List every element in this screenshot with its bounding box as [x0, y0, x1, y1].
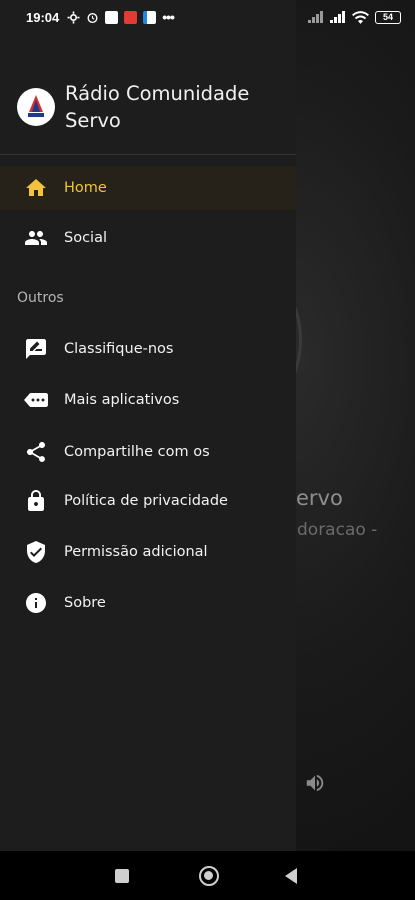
menu-item-label: Compartilhe com os: [64, 444, 210, 460]
background-station-subtitle: doracao -: [297, 520, 378, 540]
people-icon: [25, 231, 47, 245]
verified-shield-icon: [27, 541, 45, 563]
wifi-icon: [352, 10, 369, 24]
back-button[interactable]: [285, 868, 297, 884]
menu-item-privacy-policy[interactable]: Política de privacidade: [0, 479, 296, 523]
menu-item-label: Sobre: [64, 595, 106, 611]
signal-icon-2: [330, 11, 345, 23]
signal-icon: [308, 11, 323, 23]
recent-apps-button[interactable]: [115, 869, 129, 883]
menu-item-label: Classifique-nos: [64, 341, 174, 357]
menu-item-label: Mais aplicativos: [64, 392, 180, 408]
menu-item-label: Home: [64, 180, 107, 196]
status-time: 19:04: [26, 9, 60, 25]
menu-item-label: Social: [64, 230, 107, 246]
navigation-drawer: Rádio Comunidade Servo Home Social Outro…: [0, 0, 296, 851]
volume-icon[interactable]: [302, 772, 328, 794]
home-button[interactable]: [199, 866, 219, 886]
menu-item-label: Política de privacidade: [64, 493, 228, 509]
app-logo: [17, 88, 55, 126]
rate-review-icon: [26, 339, 46, 359]
news-notification-icon: [124, 10, 138, 24]
menu-item-label: Permissão adicional: [64, 544, 208, 560]
settings-notification-icon: [67, 11, 80, 23]
radio-logo-icon: [28, 95, 44, 117]
more-notifications-icon: •••: [162, 9, 175, 25]
menu-item-share[interactable]: Compartilhe com os: [0, 430, 296, 474]
menu-item-home[interactable]: Home: [0, 166, 296, 210]
section-label-others: Outros: [17, 290, 64, 306]
home-icon: [26, 179, 46, 196]
menu-item-rate-us[interactable]: Classifique-nos: [0, 327, 296, 371]
lock-icon: [28, 490, 44, 511]
menu-item-about[interactable]: Sobre: [0, 581, 296, 625]
menu-item-more-apps[interactable]: Mais aplicativos: [0, 378, 296, 422]
menu-item-social[interactable]: Social: [0, 216, 296, 260]
calendar-notification-icon: [143, 10, 157, 24]
app-notification-icon: [105, 10, 119, 24]
battery-indicator: 54: [375, 10, 401, 24]
status-bar: 19:04 ••• 54: [0, 0, 415, 34]
app-title: Rádio Comunidade Servo: [65, 82, 250, 132]
share-icon: [27, 442, 45, 462]
drawer-header: Rádio Comunidade Servo: [0, 34, 296, 155]
system-navigation-bar: [0, 851, 415, 900]
background-station-title: ervo: [296, 486, 343, 510]
more-apps-icon: [24, 393, 48, 407]
info-icon: [26, 593, 46, 613]
alarm-icon: [87, 12, 98, 23]
menu-item-additional-permission[interactable]: Permissão adicional: [0, 530, 296, 574]
